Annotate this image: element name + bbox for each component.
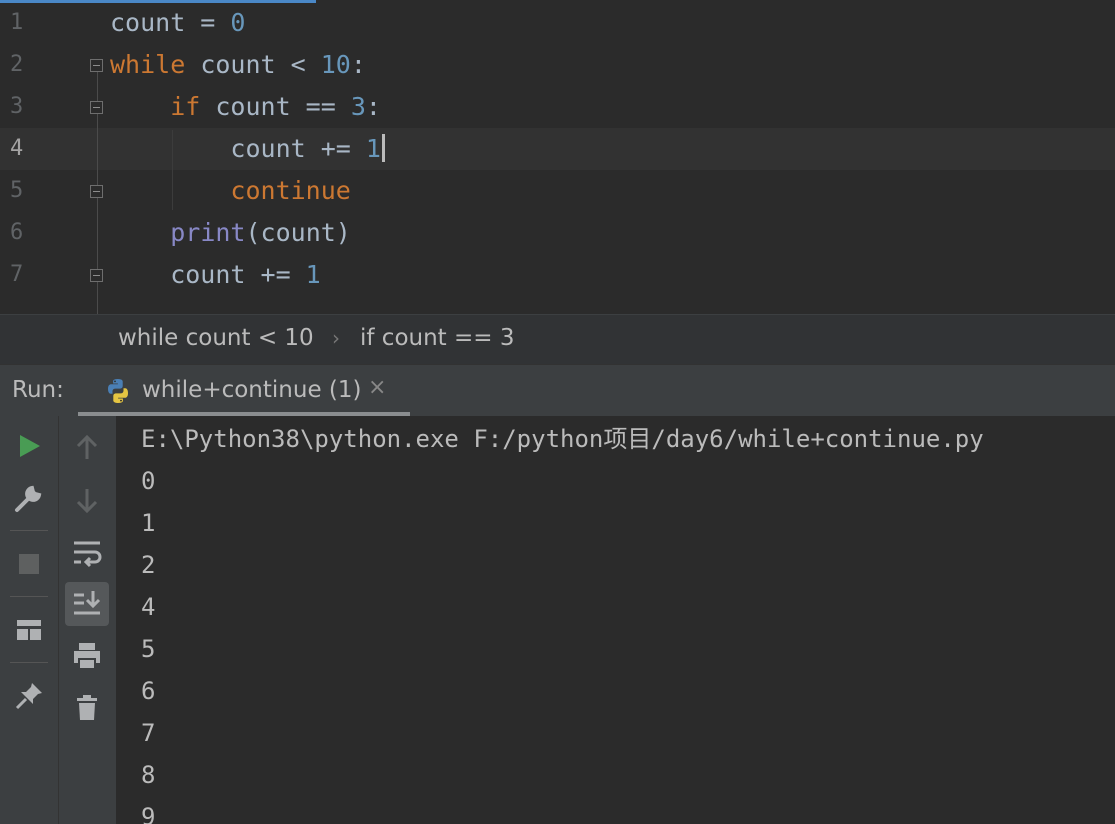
text-caret (381, 134, 385, 162)
line-number: 3 (10, 94, 24, 119)
fold-end-icon[interactable] (90, 269, 103, 282)
line-number: 6 (10, 220, 24, 245)
print-icon (74, 643, 100, 670)
console-output-line: 9 (141, 803, 156, 824)
code-line-1[interactable]: count = 0 (0, 2, 1115, 44)
indent-guide (172, 130, 173, 210)
print-button[interactable] (65, 634, 109, 678)
scroll-to-end-icon (74, 591, 101, 615)
code-token: print (170, 218, 246, 247)
toolbar-separator (10, 596, 48, 597)
console-output-line: 2 (141, 551, 156, 579)
trash-icon (77, 695, 97, 720)
python-icon (108, 379, 128, 403)
console-output-line: 6 (141, 677, 156, 705)
code-token: if (170, 92, 201, 121)
stop-button[interactable] (7, 542, 51, 586)
down-arrow-icon (76, 489, 98, 514)
breadcrumb-item-while[interactable]: while count < 10 (118, 325, 314, 351)
code-text: count += 1 (110, 128, 385, 170)
soft-wrap-icon (74, 541, 102, 568)
code-token: (count) (245, 218, 351, 247)
code-token: : (365, 92, 381, 121)
code-token: 1 (305, 260, 321, 289)
code-text: while count < 10: (110, 44, 366, 86)
code-line-2[interactable]: while count < 10: (0, 44, 1115, 86)
run-tab-title: while+continue (1) (142, 377, 362, 403)
code-token: 1 (365, 134, 381, 163)
code-token: count = (110, 8, 231, 37)
breadcrumb: while count < 10 › if count == 3 (0, 314, 1115, 364)
run-tab[interactable]: while+continue (1) × (78, 365, 410, 417)
line-number: 1 (10, 10, 24, 35)
line-number: 5 (10, 178, 24, 203)
code-token: 0 (230, 8, 246, 37)
toolbar-separator (10, 530, 48, 531)
up-arrow-icon (76, 434, 98, 459)
console-command-line: E:\Python38\python.exe F:/python项目/day6/… (141, 425, 984, 453)
console-output-line: 4 (141, 593, 156, 621)
console-output-line: 7 (141, 719, 156, 747)
console-output-line: 1 (141, 509, 156, 537)
edit-config-button[interactable] (7, 476, 51, 520)
code-token: 10 (320, 50, 351, 79)
code-token: count == (200, 92, 351, 121)
line-number-gutter: 1 2 3 4 5 6 7 (0, 0, 56, 314)
code-line-7[interactable]: count += 1 (0, 254, 1115, 296)
scroll-to-end-button[interactable] (65, 582, 109, 626)
stop-icon (19, 554, 39, 574)
code-text: count = 0 (110, 2, 245, 44)
code-text: if count == 3: (110, 86, 381, 128)
line-number: 4 (10, 136, 24, 161)
breadcrumb-separator: › (332, 326, 340, 350)
code-token: while (110, 50, 186, 79)
toolbar-separator (10, 662, 48, 663)
code-text: continue (110, 170, 351, 212)
breadcrumb-item-if[interactable]: if count == 3 (360, 325, 515, 351)
console-output-line: 8 (141, 761, 156, 789)
run-tool-window-header: Run: while+continue (1) × (0, 364, 1115, 417)
code-text: print(count) (110, 212, 351, 254)
line-number: 7 (10, 262, 24, 287)
code-editor[interactable]: count = 0 while count < 10: if count == … (0, 0, 1115, 314)
code-line-4[interactable]: count += 1 (0, 128, 1115, 170)
run-toolbar-primary (0, 416, 58, 824)
fold-collapse-icon[interactable] (90, 101, 103, 114)
next-occurrence-button[interactable] (65, 478, 109, 522)
restore-layout-button[interactable] (7, 608, 51, 652)
code-token: continue (230, 176, 351, 205)
console-output-line: 5 (141, 635, 156, 663)
pin-tab-button[interactable] (7, 674, 51, 718)
code-line-5[interactable]: continue (0, 170, 1115, 212)
fold-end-icon[interactable] (90, 185, 103, 198)
run-console[interactable]: E:\Python38\python.exe F:/python项目/day6/… (116, 416, 1115, 824)
code-token: count < (185, 50, 321, 79)
line-number: 2 (10, 52, 24, 77)
fold-collapse-icon[interactable] (90, 59, 103, 72)
clear-all-button[interactable] (65, 686, 109, 730)
run-icon (20, 435, 40, 457)
soft-wrap-button[interactable] (65, 530, 109, 574)
run-label: Run: (12, 377, 64, 403)
code-token: : (350, 50, 366, 79)
code-token: count += (110, 134, 366, 163)
rerun-button[interactable] (7, 424, 51, 468)
previous-occurrence-button[interactable] (65, 426, 109, 470)
console-output-line: 0 (141, 467, 156, 495)
close-icon[interactable]: × (368, 375, 386, 400)
pin-icon (15, 683, 42, 710)
run-toolbar-secondary (58, 416, 116, 824)
code-token: count += (110, 260, 306, 289)
code-line-3[interactable]: if count == 3: (0, 86, 1115, 128)
code-text: count += 1 (110, 254, 321, 296)
wrench-icon (15, 485, 42, 512)
code-line-6[interactable]: print(count) (0, 212, 1115, 254)
layout-icon (17, 620, 41, 640)
code-token: 3 (350, 92, 366, 121)
